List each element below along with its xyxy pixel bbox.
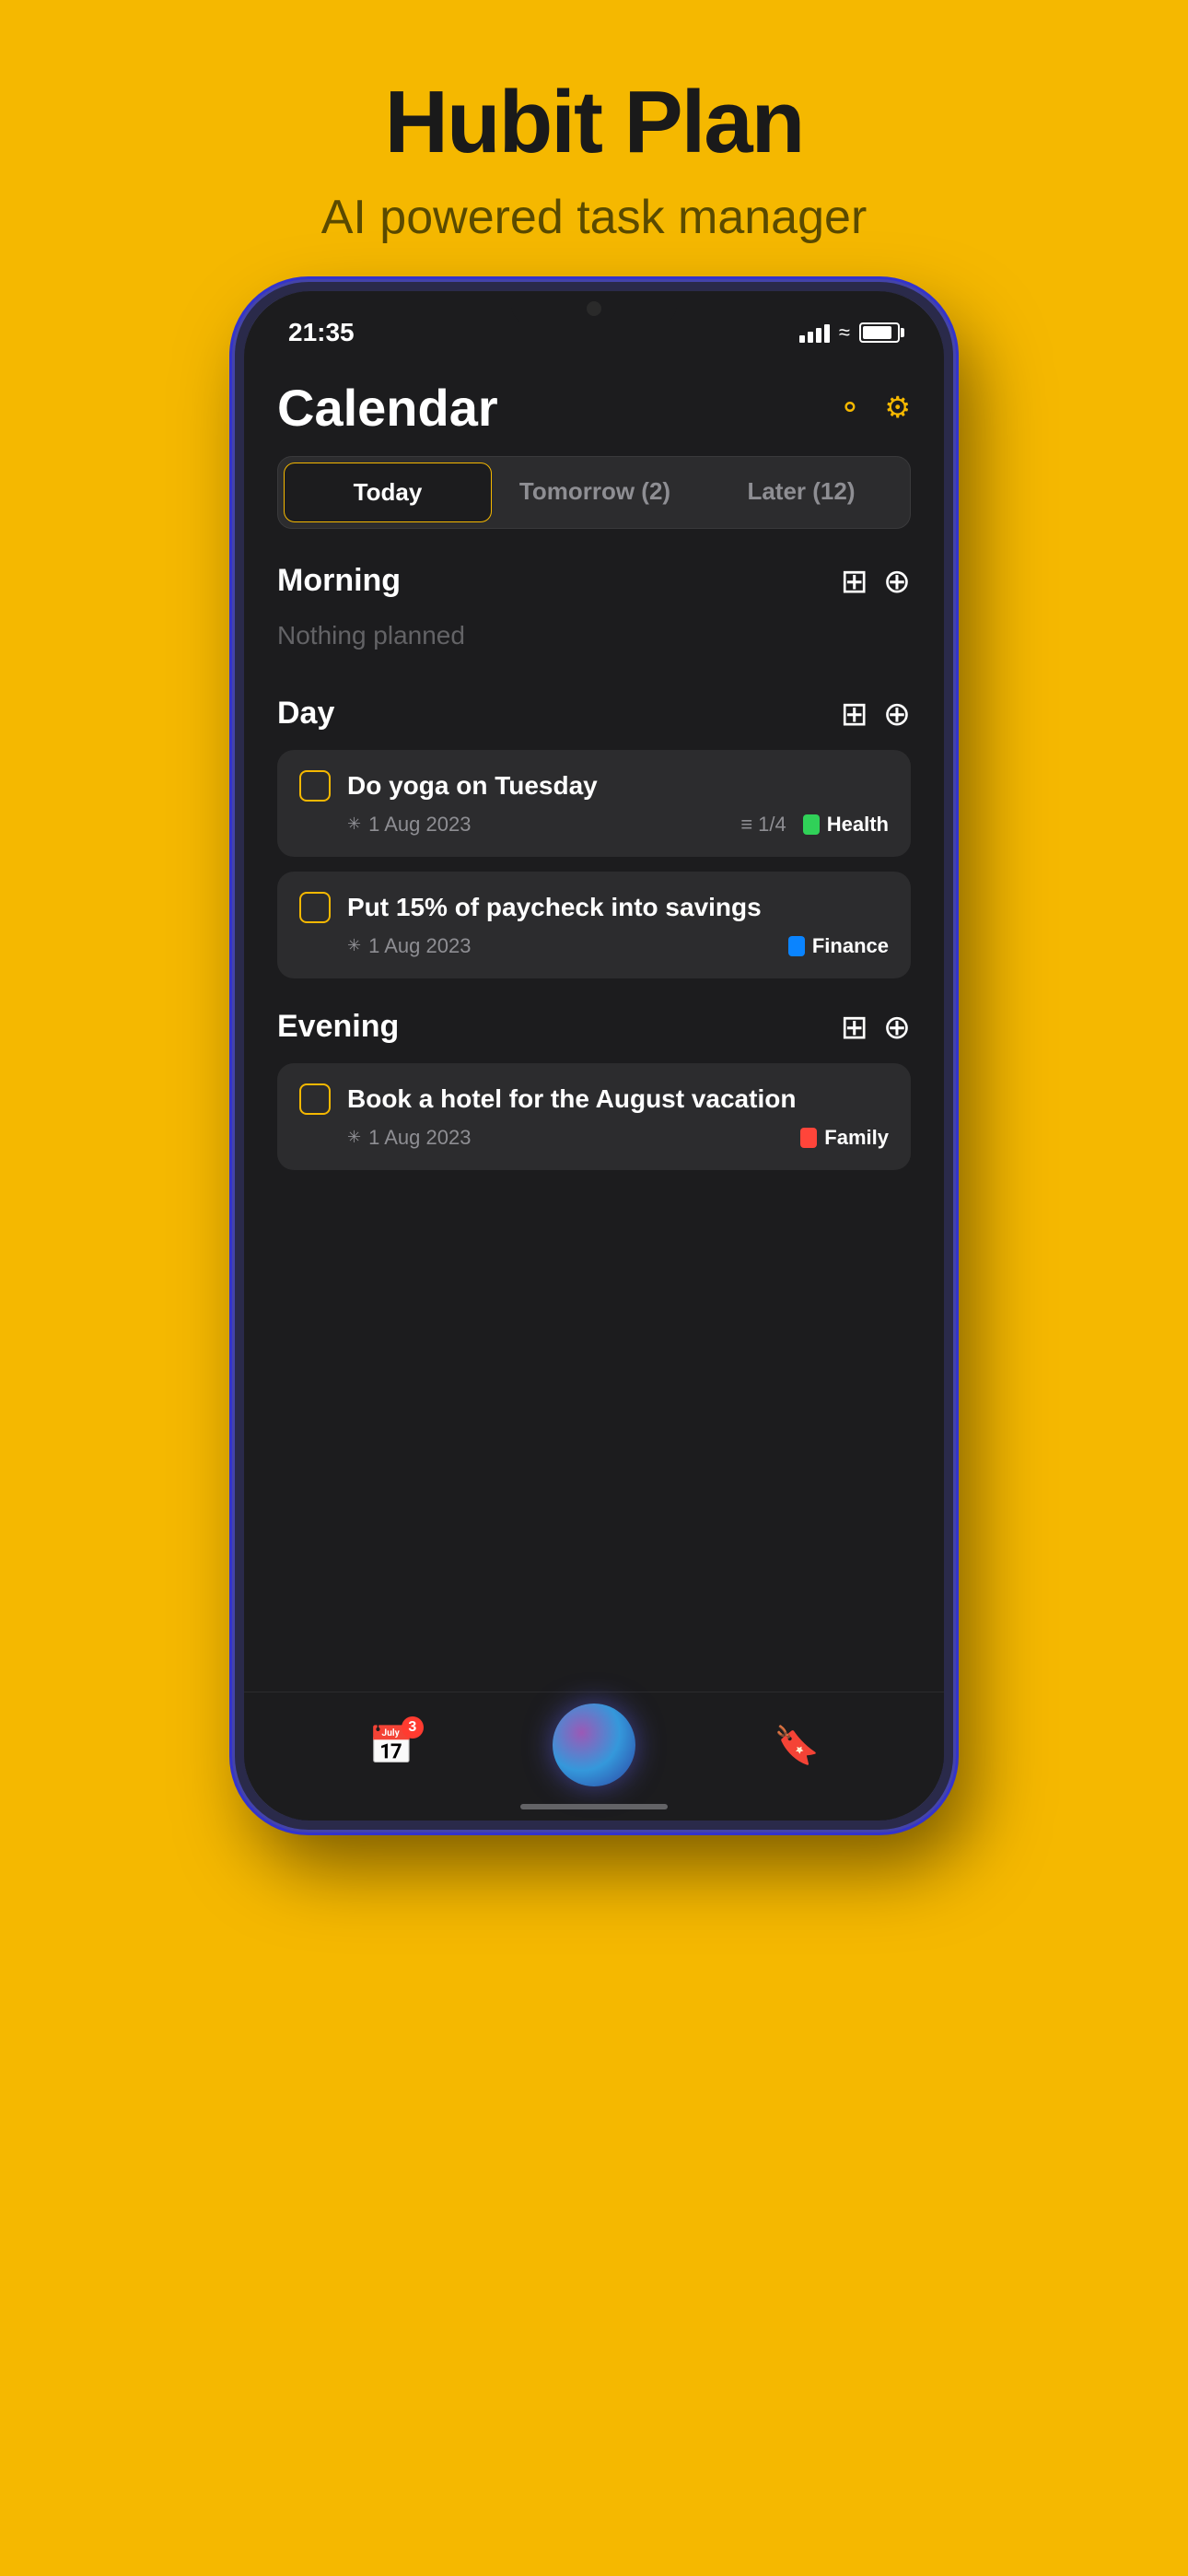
- task-yoga-title: Do yoga on Tuesday: [347, 771, 598, 801]
- section-morning-header: Morning ⊞ ⊕: [277, 562, 911, 601]
- task-savings-top: Put 15% of paycheck into savings: [299, 892, 889, 923]
- tab-tomorrow[interactable]: Tomorrow (2): [492, 463, 698, 522]
- task-card-hotel[interactable]: Book a hotel for the August vacation ✳ 1…: [277, 1063, 911, 1170]
- add-evening-button[interactable]: ⊕: [883, 1008, 911, 1047]
- add-morning-button[interactable]: ⊕: [883, 562, 911, 601]
- header-actions: ⚬ ⚙: [838, 390, 912, 425]
- section-evening-header: Evening ⊞ ⊕: [277, 1008, 911, 1047]
- task-yoga-progress: ≡ 1/4: [740, 813, 786, 837]
- search-icon[interactable]: ⚬: [838, 390, 863, 425]
- task-savings-meta: ✳ 1 Aug 2023 Finance: [299, 934, 889, 958]
- section-evening: Evening ⊞ ⊕ Book a hotel for the August …: [277, 1008, 911, 1170]
- task-savings-date: ✳ 1 Aug 2023: [347, 934, 471, 958]
- section-morning: Morning ⊞ ⊕ Nothing planned: [277, 562, 911, 665]
- tabs-container: Today Tomorrow (2) Later (12): [277, 456, 911, 529]
- task-hotel-meta: ✳ 1 Aug 2023 Family: [299, 1126, 889, 1150]
- list-icon: ≡: [740, 813, 752, 837]
- calendar-tab[interactable]: 📅 3: [368, 1724, 414, 1767]
- signal-icon: [799, 322, 830, 343]
- task-savings-right: Finance: [788, 934, 889, 958]
- status-icons: ≈: [799, 321, 900, 345]
- task-yoga-right: ≡ 1/4 Health: [740, 813, 889, 837]
- evening-actions: ⊞ ⊕: [841, 1008, 911, 1047]
- shuffle-icon[interactable]: ⊞: [841, 562, 868, 601]
- content-area: Calendar ⚬ ⚙ Today Tomorrow (2) Later (1…: [244, 356, 944, 1692]
- task-card-yoga[interactable]: Do yoga on Tuesday ✳ 1 Aug 2023 ≡ 1/4: [277, 750, 911, 857]
- wifi-icon: ≈: [839, 321, 850, 345]
- bottom-bar: 📅 3 🔖: [244, 1692, 944, 1821]
- finance-tag-icon: [788, 936, 805, 956]
- sun-small-icon: ✳: [347, 936, 361, 955]
- morning-empty-message: Nothing planned: [277, 617, 911, 665]
- task-hotel-top: Book a hotel for the August vacation: [299, 1083, 889, 1115]
- tab-today[interactable]: Today: [284, 463, 492, 522]
- task-yoga-meta: ✳ 1 Aug 2023 ≡ 1/4 Health: [299, 813, 889, 837]
- ai-assistant-button[interactable]: [553, 1704, 635, 1786]
- task-yoga-tag: Health: [803, 813, 889, 837]
- home-indicator: [520, 1804, 668, 1809]
- bookmarks-tab[interactable]: 🔖: [774, 1724, 820, 1767]
- sun-small-icon: ✳: [347, 814, 361, 834]
- shuffle-day-icon[interactable]: ⊞: [841, 695, 868, 733]
- bookmark-icon: 🔖: [774, 1724, 820, 1767]
- shuffle-evening-icon[interactable]: ⊞: [841, 1008, 868, 1047]
- settings-icon[interactable]: ⚙: [884, 390, 911, 425]
- phone-frame: 21:35 ≈ Calendar ⚬: [235, 282, 953, 1830]
- task-yoga-top: Do yoga on Tuesday: [299, 770, 889, 802]
- task-yoga-checkbox[interactable]: [299, 770, 331, 802]
- status-time: 21:35: [288, 318, 355, 347]
- task-savings-title: Put 15% of paycheck into savings: [347, 893, 762, 922]
- task-yoga-date: ✳ 1 Aug 2023: [347, 813, 471, 837]
- add-day-button[interactable]: ⊕: [883, 695, 911, 733]
- day-actions: ⊞ ⊕: [841, 695, 911, 733]
- health-tag-icon: [803, 814, 820, 835]
- evening-title: Evening: [277, 1009, 399, 1045]
- page-title: Calendar: [277, 378, 498, 438]
- tab-later[interactable]: Later (12): [698, 463, 904, 522]
- section-day-header: Day ⊞ ⊕: [277, 695, 911, 733]
- app-subtitle: AI powered task manager: [321, 190, 868, 245]
- day-title: Day: [277, 696, 334, 732]
- calendar-badge: 3: [402, 1716, 424, 1739]
- notch: [511, 291, 677, 326]
- task-card-savings[interactable]: Put 15% of paycheck into savings ✳ 1 Aug…: [277, 872, 911, 978]
- section-day: Day ⊞ ⊕ Do yoga on Tuesday ✳: [277, 695, 911, 978]
- phone-screen: 21:35 ≈ Calendar ⚬: [244, 291, 944, 1821]
- task-hotel-right: Family: [800, 1126, 889, 1150]
- app-header: Calendar ⚬ ⚙: [277, 356, 911, 456]
- task-hotel-title: Book a hotel for the August vacation: [347, 1084, 796, 1114]
- app-title: Hubit Plan: [321, 74, 868, 171]
- task-hotel-tag: Family: [800, 1126, 889, 1150]
- task-hotel-date: ✳ 1 Aug 2023: [347, 1126, 471, 1150]
- page-header: Hubit Plan AI powered task manager: [321, 0, 868, 245]
- task-savings-checkbox[interactable]: [299, 892, 331, 923]
- camera-notch: [587, 301, 601, 316]
- family-tag-icon: [800, 1128, 817, 1148]
- morning-title: Morning: [277, 563, 401, 599]
- morning-actions: ⊞ ⊕: [841, 562, 911, 601]
- task-savings-tag: Finance: [788, 934, 889, 958]
- battery-icon: [859, 322, 900, 343]
- sun-small-icon: ✳: [347, 1128, 361, 1147]
- task-hotel-checkbox[interactable]: [299, 1083, 331, 1115]
